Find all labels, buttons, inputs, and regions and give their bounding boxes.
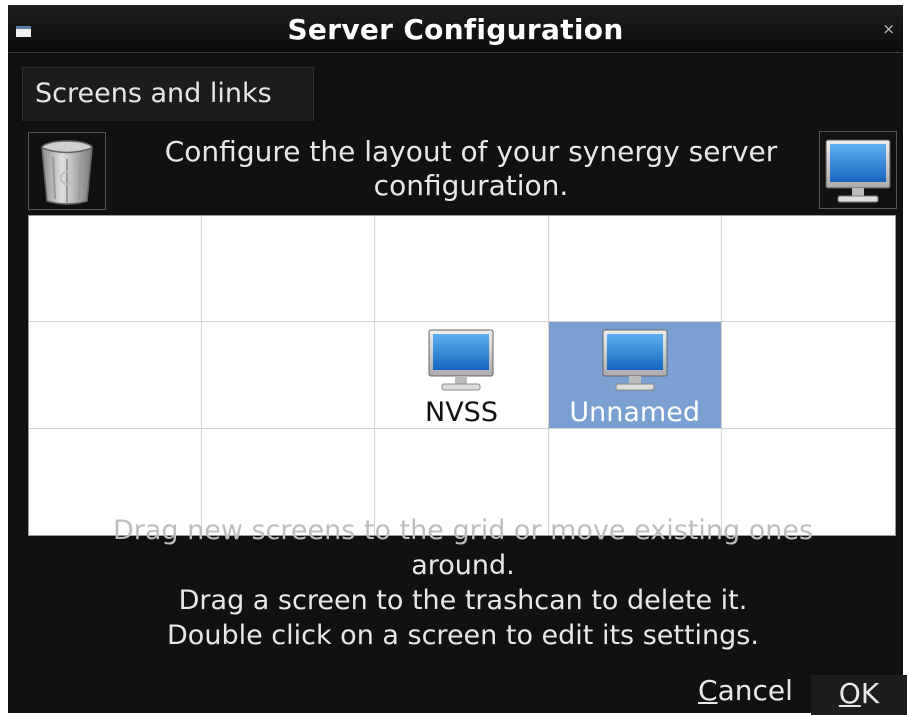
hint-line-drag-new: Drag new screens to the grid or move exi… [112, 515, 814, 546]
cancel-button[interactable]: Cancel [698, 674, 793, 707]
grid-cell[interactable] [202, 216, 376, 323]
screen-name-label: NVSS [425, 396, 498, 428]
ok-mnemonic: O [838, 677, 861, 710]
trashcan-icon[interactable] [28, 132, 106, 210]
title-bar[interactable]: Server Configuration × [8, 5, 903, 53]
grid-cell[interactable] [721, 216, 895, 323]
close-icon[interactable]: × [882, 20, 895, 38]
screen-layout-grid[interactable]: NVSS Unnamed [28, 215, 896, 536]
server-configuration-window: Server Configuration × Screens and links… [8, 5, 907, 715]
ok-button[interactable]: OK [811, 675, 907, 715]
cancel-mnemonic: C [698, 674, 718, 707]
hint-text: Drag new screens to the grid or move exi… [38, 513, 888, 653]
ok-label: K [860, 677, 880, 710]
tab-screens-and-links[interactable]: Screens and links [22, 67, 314, 121]
hint-line-double-click: Double click on a screen to edit its set… [167, 620, 759, 651]
screen-name-label: Unnamed [569, 396, 700, 428]
grid-cell[interactable] [29, 322, 203, 429]
hint-line-around: around. [411, 550, 515, 581]
grid-cell[interactable]: NVSS [375, 322, 549, 429]
monitor-icon[interactable] [375, 328, 547, 398]
hint-line-trashcan: Drag a screen to the trashcan to delete … [178, 585, 748, 616]
grid-cell[interactable]: Unnamed [548, 322, 722, 429]
cancel-label: ancel [717, 674, 793, 707]
description-text: Configure the layout of your synergy ser… [164, 135, 778, 202]
grid-cell[interactable] [721, 322, 895, 429]
window-title: Server Configuration [287, 13, 624, 46]
grid-cell[interactable] [375, 216, 549, 323]
monitor-icon[interactable] [549, 328, 721, 398]
new-screen-monitor-icon[interactable] [819, 131, 897, 209]
grid-cell[interactable] [548, 216, 722, 323]
grid-cell[interactable] [202, 322, 376, 429]
grid-cell[interactable] [29, 216, 203, 323]
